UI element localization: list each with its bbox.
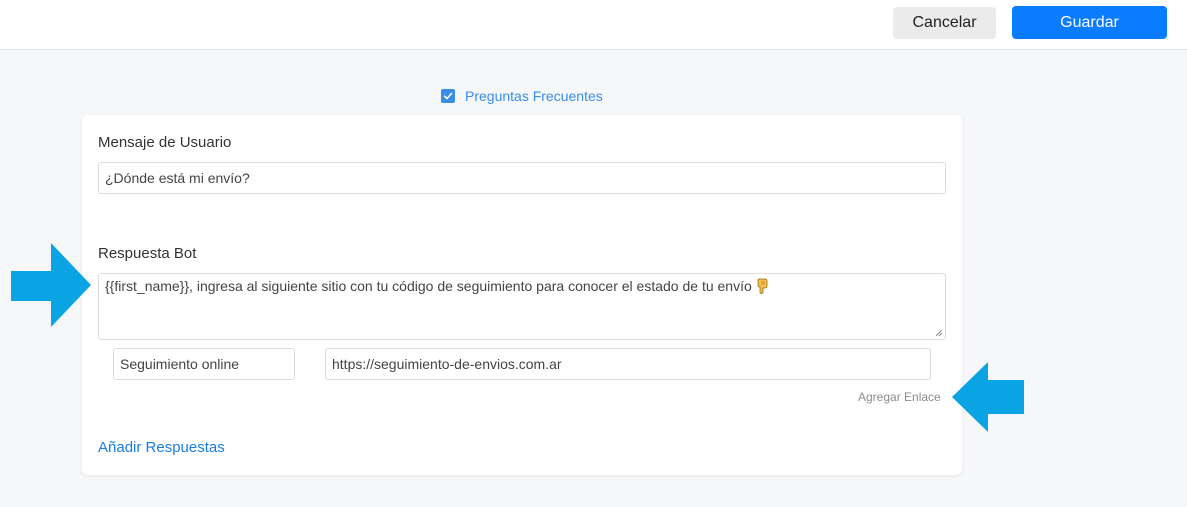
bot-response-textarea[interactable]: {{first_name}}, ingresa al siguiente sit… (98, 273, 946, 340)
pointing-down-hand-icon (756, 278, 770, 297)
link-url-input[interactable]: https://seguimiento-de-envios.com.ar (325, 348, 931, 380)
user-message-label: Mensaje de Usuario (98, 134, 232, 151)
save-button[interactable]: Guardar (1012, 6, 1167, 39)
user-message-input[interactable]: ¿Dónde está mi envío? (98, 162, 946, 194)
bot-response-label: Respuesta Bot (98, 245, 197, 262)
arrow-left-annotation-icon (952, 362, 1024, 432)
link-text-input[interactable]: Seguimiento online (113, 348, 295, 380)
arrow-right-annotation-icon (11, 243, 91, 327)
link-url-value: https://seguimiento-de-envios.com.ar (332, 356, 562, 372)
cancel-button[interactable]: Cancelar (893, 7, 996, 39)
check-icon (443, 92, 453, 100)
user-message-value: ¿Dónde está mi envío? (105, 170, 250, 186)
faq-checkbox[interactable] (441, 89, 455, 103)
link-text-value: Seguimiento online (120, 356, 240, 372)
faq-card: Mensaje de Usuario ¿Dónde está mi envío?… (82, 115, 962, 475)
add-link-button[interactable]: Agregar Enlace (858, 390, 941, 404)
faq-toggle[interactable]: Preguntas Frecuentes (441, 88, 603, 104)
top-toolbar: Cancelar Guardar (0, 0, 1187, 50)
faq-label[interactable]: Preguntas Frecuentes (465, 88, 603, 104)
bot-response-value: {{first_name}}, ingresa al siguiente sit… (105, 278, 752, 295)
add-answers-link[interactable]: Añadir Respuestas (98, 439, 225, 456)
resize-handle-icon[interactable] (935, 329, 943, 337)
